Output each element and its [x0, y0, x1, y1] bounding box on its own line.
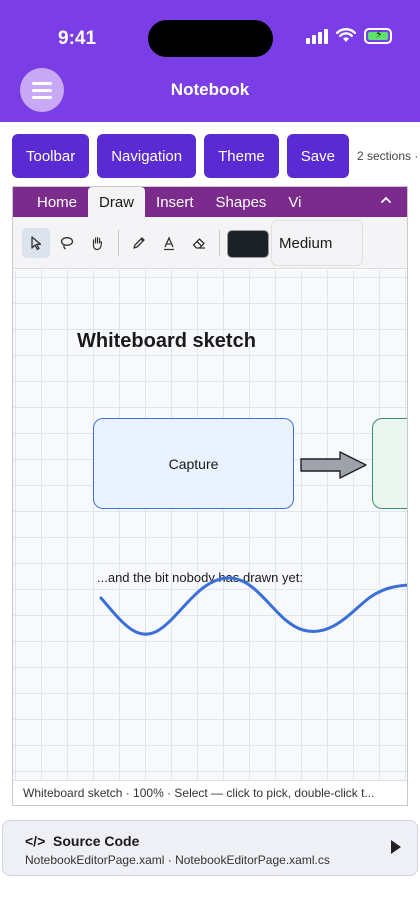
- app-header: 9:41 ⚡ Notebook: [0, 0, 420, 122]
- wifi-icon: [336, 28, 356, 42]
- sections-count: 2 sections ·: [356, 149, 419, 163]
- arrow-connector-shape[interactable]: [300, 450, 370, 480]
- code-brackets-icon: </>: [25, 833, 46, 849]
- lasso-tool[interactable]: [53, 228, 81, 258]
- draw-toolbar: Medium: [13, 217, 407, 269]
- drawing-canvas[interactable]: Whiteboard sketch Capture ...and the bit…: [13, 270, 407, 780]
- pen-color-swatch[interactable]: [227, 230, 269, 258]
- toolbar-button[interactable]: Toolbar: [12, 134, 90, 178]
- toolbar-divider: [219, 230, 220, 256]
- demo-button-row: Toolbar Navigation Theme Save 2 sections…: [12, 134, 420, 178]
- status-time: 9:41: [58, 28, 97, 49]
- status-icons: ⚡: [306, 28, 392, 44]
- pen-tool[interactable]: [125, 228, 153, 258]
- tab-view[interactable]: Vi: [277, 187, 312, 217]
- notebook-editor: Home Draw Insert Shapes Vi Medium Whiteb…: [12, 186, 408, 806]
- freehand-wave-stroke[interactable]: [99, 566, 408, 646]
- play-triangle-icon[interactable]: [391, 840, 401, 854]
- eraser-tool[interactable]: [185, 228, 213, 258]
- pan-tool[interactable]: [83, 228, 111, 258]
- battery-charging-icon: ⚡: [364, 28, 392, 44]
- theme-button[interactable]: Theme: [204, 134, 279, 178]
- sketch-title: Whiteboard sketch: [77, 330, 256, 352]
- select-arrow-icon: [31, 236, 42, 251]
- navigation-button[interactable]: Navigation: [97, 134, 197, 178]
- hand-pan-icon: [92, 236, 103, 251]
- page-title: Notebook: [170, 80, 250, 99]
- editor-status-bar: Whiteboard sketch · 100% · Select — clic…: [13, 780, 407, 805]
- source-code-title: </> Source Code: [25, 833, 140, 849]
- ribbon-tabs: Home Draw Insert Shapes Vi: [13, 187, 407, 217]
- chevron-up-icon[interactable]: [379, 193, 393, 207]
- eraser-icon: [192, 238, 205, 249]
- next-step-shape[interactable]: [372, 418, 407, 509]
- tab-home[interactable]: Home: [13, 187, 88, 217]
- tab-insert[interactable]: Insert: [145, 187, 205, 217]
- source-code-card[interactable]: </> Source Code NotebookEditorPage.xaml …: [2, 820, 418, 876]
- capture-shape-label: Capture: [168, 455, 219, 472]
- camera-notch: [148, 20, 273, 57]
- toolbar-divider: [118, 230, 119, 256]
- text-icon: [164, 236, 174, 251]
- select-tool[interactable]: [22, 228, 50, 258]
- cellular-signal-icon: [306, 28, 328, 44]
- thickness-picker[interactable]: Medium: [271, 220, 363, 266]
- tab-shapes[interactable]: Shapes: [205, 187, 278, 217]
- capture-shape[interactable]: Capture: [93, 418, 294, 509]
- lasso-icon: [60, 237, 74, 250]
- source-code-files: NotebookEditorPage.xaml · NotebookEditor…: [25, 853, 330, 867]
- tab-draw[interactable]: Draw: [88, 187, 146, 217]
- text-tool[interactable]: [155, 228, 183, 258]
- pen-icon: [133, 237, 145, 249]
- save-button[interactable]: Save: [286, 134, 349, 178]
